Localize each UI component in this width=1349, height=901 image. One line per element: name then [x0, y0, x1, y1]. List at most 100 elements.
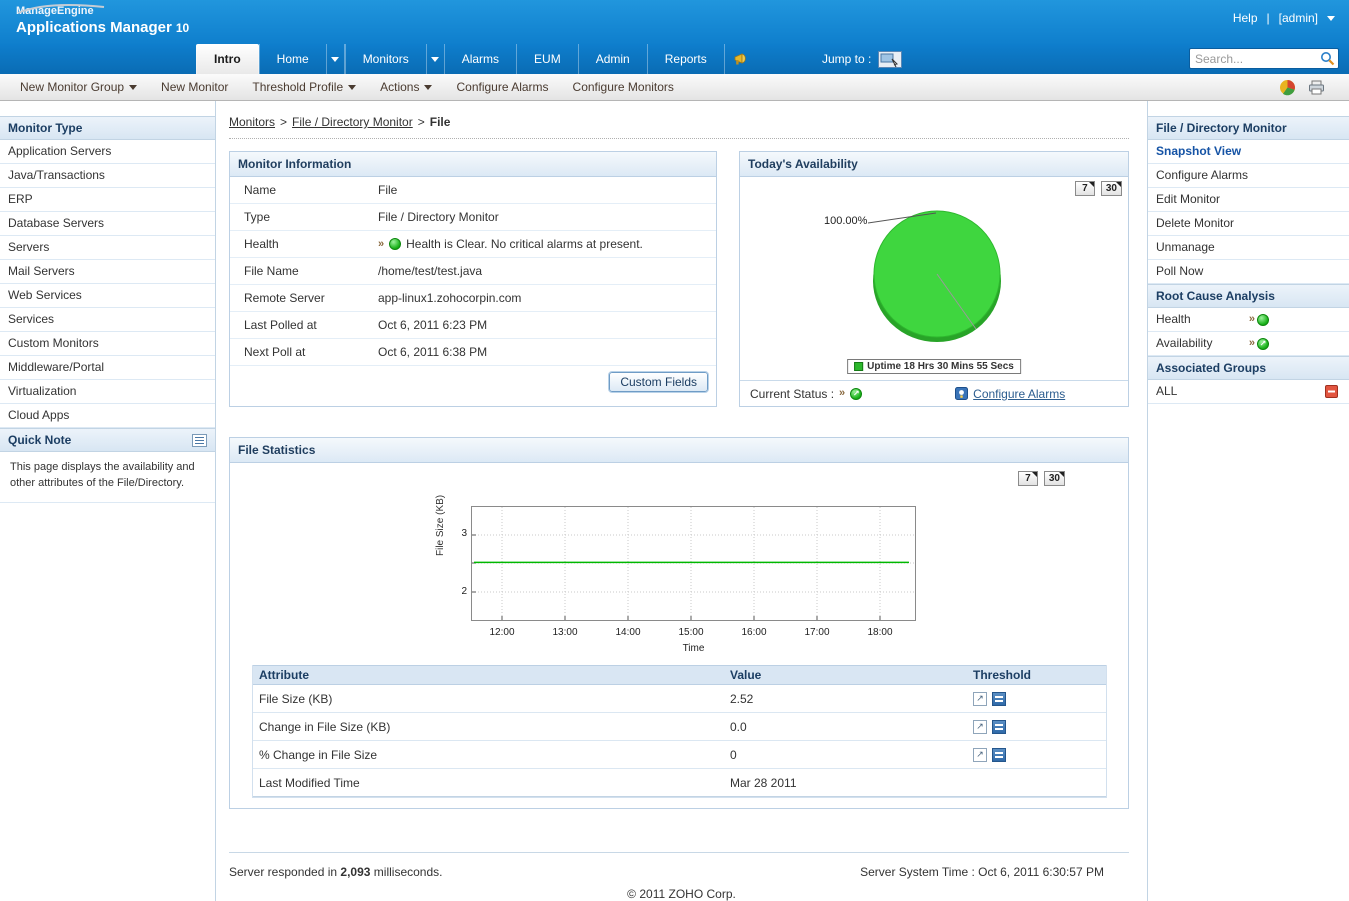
- custom-fields-button[interactable]: Custom Fields: [609, 372, 708, 392]
- chevron-down-icon[interactable]: [427, 44, 445, 74]
- printer-icon[interactable]: [1308, 80, 1325, 95]
- note-icon[interactable]: [192, 434, 207, 447]
- sidebar-item-web-services[interactable]: Web Services: [0, 284, 215, 308]
- jump-to-group: Jump to :: [822, 44, 902, 74]
- new-monitor-button[interactable]: New Monitor: [149, 80, 240, 94]
- sidebar-item-custom-monitors[interactable]: Custom Monitors: [0, 332, 215, 356]
- health-clear-icon: [1257, 314, 1269, 326]
- availability-title: Today's Availability: [740, 152, 1128, 177]
- threshold-profile-menu[interactable]: Threshold Profile: [240, 80, 368, 94]
- availability-chart-area: 7 30 100.00% Uptime 18 Hrs 30 Mins 55 Se…: [740, 177, 1128, 380]
- poll-now-link[interactable]: Poll Now: [1148, 260, 1349, 284]
- health-clear-icon: [389, 238, 401, 250]
- unmanage-link[interactable]: Unmanage: [1148, 236, 1349, 260]
- rca-health-link[interactable]: Health »: [1148, 308, 1349, 332]
- configure-monitors-button[interactable]: Configure Monitors: [561, 80, 686, 94]
- breadcrumb-file-directory-monitor[interactable]: File / Directory Monitor: [292, 115, 413, 129]
- x-axis-label: Time: [471, 643, 916, 654]
- sidebar-item-java-transactions[interactable]: Java/Transactions: [0, 164, 215, 188]
- jump-to-icon[interactable]: [878, 51, 902, 68]
- pie-chart-icon[interactable]: [1279, 79, 1296, 96]
- file-statistics-panel: File Statistics 7 30 File Size (KB) 3 2: [229, 437, 1129, 809]
- server-system-time: Server System Time : Oct 6, 2011 6:30:57…: [860, 865, 1129, 879]
- status-up-icon: [850, 388, 862, 400]
- chevron-down-icon[interactable]: [1327, 16, 1335, 21]
- tab-monitors[interactable]: Monitors: [345, 44, 427, 74]
- sidebar-item-servers[interactable]: Servers: [0, 236, 215, 260]
- quick-note-text: This page displays the availability and …: [0, 452, 215, 503]
- current-status-label: Current Status :: [750, 387, 834, 401]
- y-tick-label: 3: [453, 528, 467, 539]
- product-version: 10: [176, 21, 189, 35]
- graph-icon[interactable]: [973, 720, 987, 734]
- sidebar-item-virtualization[interactable]: Virtualization: [0, 380, 215, 404]
- attribute-table: Attribute Value Threshold File Size (KB)…: [252, 665, 1107, 798]
- monitor-type-header: Monitor Type: [0, 116, 215, 140]
- search-input[interactable]: [1195, 52, 1320, 66]
- y-tick-label: 2: [453, 586, 467, 597]
- info-row-name: Name File: [230, 177, 716, 204]
- graph-icon[interactable]: [973, 692, 987, 706]
- help-link[interactable]: Help: [1233, 11, 1258, 25]
- search-icon[interactable]: [1320, 51, 1335, 66]
- sidebar-item-cloud-apps[interactable]: Cloud Apps: [0, 404, 215, 428]
- attribute-table-header: Attribute Value Threshold: [253, 665, 1106, 685]
- info-row-type: Type File / Directory Monitor: [230, 204, 716, 231]
- period-7-button[interactable]: 7: [1018, 471, 1038, 486]
- sidebar-item-services[interactable]: Services: [0, 308, 215, 332]
- info-row-health: Health » Health is Clear. No critical al…: [230, 231, 716, 258]
- new-monitor-group-menu[interactable]: New Monitor Group: [8, 80, 149, 94]
- chevron-down-icon: [348, 85, 356, 90]
- group-all-link[interactable]: ALL: [1148, 380, 1349, 404]
- table-row: File Size (KB) 2.52: [253, 685, 1106, 713]
- tab-reports[interactable]: Reports: [648, 44, 725, 74]
- actions-menu[interactable]: Actions: [368, 80, 444, 94]
- group-action-icon[interactable]: [1325, 385, 1338, 398]
- tab-intro[interactable]: Intro: [196, 44, 259, 74]
- product-name: Applications Manager: [16, 19, 172, 36]
- breadcrumb-monitors[interactable]: Monitors: [229, 115, 275, 129]
- tab-home[interactable]: Home: [259, 44, 327, 74]
- rca-availability-link[interactable]: Availability »: [1148, 332, 1349, 356]
- snapshot-view-link[interactable]: Snapshot View: [1148, 140, 1349, 164]
- tab-eum[interactable]: EUM: [517, 44, 579, 74]
- tab-admin[interactable]: Admin: [579, 44, 648, 74]
- chevron-down-icon[interactable]: [327, 44, 345, 74]
- threshold-icon[interactable]: [992, 692, 1006, 706]
- availability-pie-chart: [740, 177, 1130, 380]
- configure-alarms-link[interactable]: Configure Alarms: [955, 387, 1065, 401]
- associated-groups-header: Associated Groups: [1148, 356, 1349, 380]
- root-cause-analysis-header: Root Cause Analysis: [1148, 284, 1349, 308]
- main-content: Monitors>File / Directory Monitor>File M…: [216, 101, 1147, 901]
- main-nav-tabs: Intro Home Monitors Alarms EUM Admin Rep…: [196, 44, 759, 74]
- configure-alarms-button[interactable]: Configure Alarms: [444, 80, 560, 94]
- page: { "header": { "brand_line1": "ManageEngi…: [0, 0, 1349, 901]
- content-area: Monitor Type Application Servers Java/Tr…: [0, 101, 1349, 901]
- announcement-icon[interactable]: [725, 44, 759, 74]
- breadcrumb-current: File: [430, 115, 451, 129]
- sidebar-item-middleware-portal[interactable]: Middleware/Portal: [0, 356, 215, 380]
- info-row-next-poll: Next Poll at Oct 6, 2011 6:38 PM: [230, 339, 716, 366]
- toolbar-icons: [1279, 79, 1341, 96]
- threshold-icon[interactable]: [992, 748, 1006, 762]
- sidebar-item-database-servers[interactable]: Database Servers: [0, 212, 215, 236]
- top-header: ManageEngine Applications Manager10 Help…: [0, 0, 1349, 44]
- sidebar-item-erp[interactable]: ERP: [0, 188, 215, 212]
- breadcrumb-divider: [229, 138, 1129, 139]
- period-30-button[interactable]: 30: [1044, 471, 1065, 486]
- admin-menu[interactable]: [admin]: [1279, 11, 1318, 25]
- delete-monitor-link[interactable]: Delete Monitor: [1148, 212, 1349, 236]
- sidebar-item-mail-servers[interactable]: Mail Servers: [0, 260, 215, 284]
- brand-swoosh-icon: [16, 3, 106, 19]
- info-row-last-polled: Last Polled at Oct 6, 2011 6:23 PM: [230, 312, 716, 339]
- edit-monitor-link[interactable]: Edit Monitor: [1148, 188, 1349, 212]
- sidebar-item-application-servers[interactable]: Application Servers: [0, 140, 215, 164]
- jump-to-label: Jump to :: [822, 52, 871, 66]
- tab-alarms[interactable]: Alarms: [445, 44, 517, 74]
- server-response-time: Server responded in 2,093 milliseconds.: [229, 865, 443, 879]
- configure-alarms-link[interactable]: Configure Alarms: [1148, 164, 1349, 188]
- threshold-icon[interactable]: [992, 720, 1006, 734]
- graph-icon[interactable]: [973, 748, 987, 762]
- chevron-down-icon: [129, 85, 137, 90]
- brand-logo: ManageEngine Applications Manager10: [16, 3, 189, 38]
